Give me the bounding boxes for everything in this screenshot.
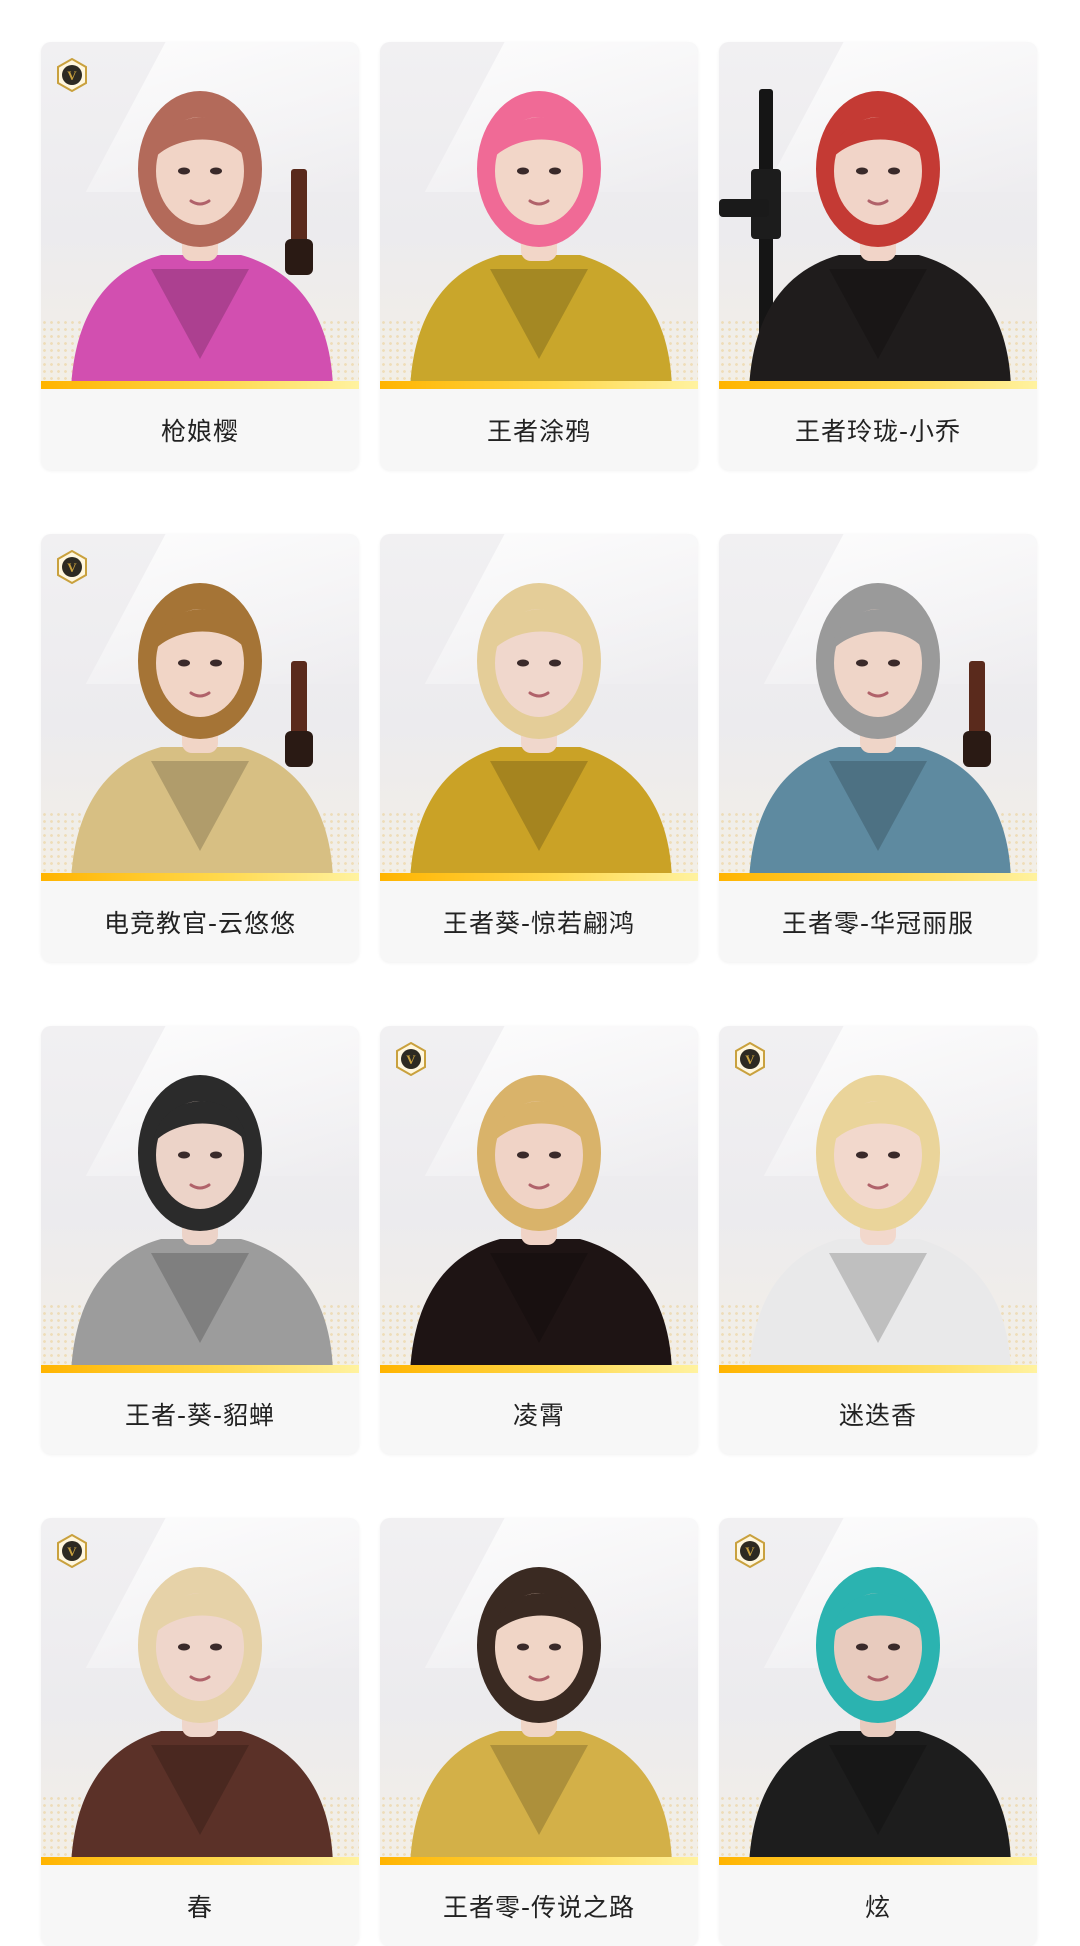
character-portrait [71,1567,333,1865]
character-name: 王者涂鸦 [380,389,698,470]
character-name: 凌霄 [380,1373,698,1454]
accent-strip [380,381,698,389]
character-card[interactable]: V 电竞教官-云悠悠 [41,534,359,962]
character-card[interactable]: V 枪娘樱 [41,42,359,470]
character-portrait [749,1567,1011,1865]
accent-strip [719,1857,1037,1865]
accent-strip [719,381,1037,389]
character-name: 王者零-传说之路 [380,1865,698,1946]
accent-strip [41,873,359,881]
character-art: V [719,1518,1037,1865]
character-art [380,42,698,389]
accent-strip [41,1365,359,1373]
accent-strip [719,1365,1037,1373]
character-name: 枪娘樱 [41,389,359,470]
vip-badge-icon: V [735,1042,765,1076]
accent-strip [380,1365,698,1373]
character-portrait [749,1075,1011,1373]
svg-text:V: V [745,1052,755,1067]
accent-strip [41,381,359,389]
svg-text:V: V [67,1544,77,1559]
character-art: V [380,1026,698,1373]
character-art [380,534,698,881]
character-art: V [41,42,359,389]
character-name: 王者零-华冠丽服 [719,881,1037,962]
character-art [380,1518,698,1865]
character-portrait [71,91,333,389]
svg-text:V: V [745,1544,755,1559]
character-name: 电竞教官-云悠悠 [41,881,359,962]
character-card[interactable]: 王者玲珑-小乔 [719,42,1037,470]
character-art [719,42,1037,389]
svg-text:V: V [406,1052,416,1067]
vip-badge-icon: V [57,550,87,584]
character-portrait [719,89,1011,389]
character-card[interactable]: 王者葵-惊若翩鸿 [380,534,698,962]
character-grid: V 枪娘樱 王者涂鸦 王者玲珑-小乔 V 电竞教官-云悠悠 王者葵-惊若翩鸿 王者零-华冠丽服… [41,42,1037,1946]
character-name: 春 [41,1865,359,1946]
character-card[interactable]: 王者涂鸦 [380,42,698,470]
character-art: V [41,534,359,881]
character-name: 王者葵-惊若翩鸿 [380,881,698,962]
character-card[interactable]: V 凌霄 [380,1026,698,1454]
svg-text:V: V [67,68,77,83]
character-portrait [71,1075,333,1373]
character-portrait [749,583,1011,881]
character-portrait [410,1075,672,1373]
svg-text:V: V [67,560,77,575]
character-name: 王者-葵-貂蝉 [41,1373,359,1454]
accent-strip [41,1857,359,1865]
accent-strip [380,873,698,881]
character-portrait [410,91,672,389]
character-card[interactable]: 王者零-传说之路 [380,1518,698,1946]
character-name: 炫 [719,1865,1037,1946]
accent-strip [380,1857,698,1865]
character-card[interactable]: 王者-葵-貂蝉 [41,1026,359,1454]
character-name: 迷迭香 [719,1373,1037,1454]
character-art: V [41,1518,359,1865]
character-art [719,534,1037,881]
accent-strip [719,873,1037,881]
vip-badge-icon: V [57,58,87,92]
character-card[interactable]: 王者零-华冠丽服 [719,534,1037,962]
vip-badge-icon: V [57,1534,87,1568]
character-portrait [410,1567,672,1865]
character-portrait [71,583,333,881]
character-card[interactable]: V 迷迭香 [719,1026,1037,1454]
character-card[interactable]: V春 [41,1518,359,1946]
character-art [41,1026,359,1373]
vip-badge-icon: V [735,1534,765,1568]
vip-badge-icon: V [396,1042,426,1076]
character-portrait [410,583,672,881]
character-name: 王者玲珑-小乔 [719,389,1037,470]
character-art: V [719,1026,1037,1373]
character-card[interactable]: V炫 [719,1518,1037,1946]
